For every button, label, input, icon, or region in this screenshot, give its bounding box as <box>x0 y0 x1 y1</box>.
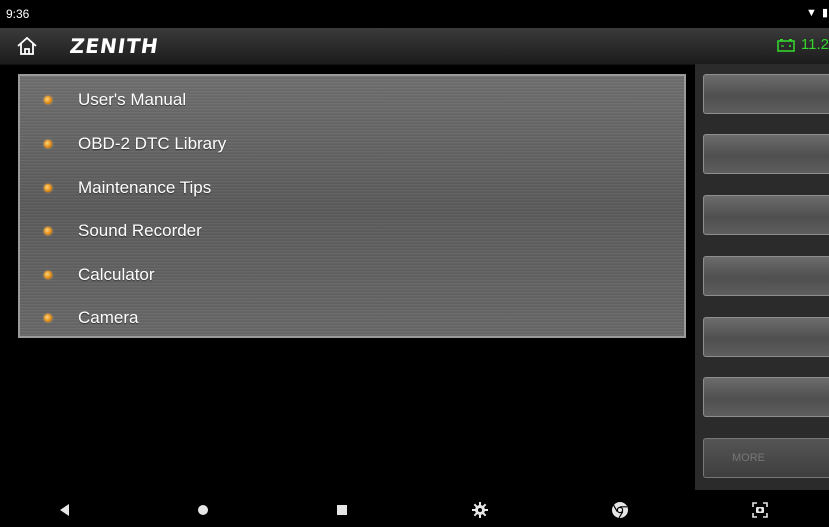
android-nav-bar <box>0 490 829 527</box>
bullet-icon <box>44 227 52 235</box>
status-icons: ▼ ▮ <box>806 7 829 19</box>
battery-status: 11.2 <box>777 36 829 53</box>
function-button-rail: MORE <box>695 64 829 490</box>
more-button[interactable]: MORE <box>703 438 829 478</box>
home-circle-icon[interactable] <box>193 500 213 520</box>
menu-item-label: User's Manual <box>78 90 187 109</box>
status-time: 9:36 <box>6 7 30 21</box>
more-label: MORE <box>732 452 765 464</box>
screenshot-icon[interactable] <box>750 500 770 520</box>
app-bar: ZENITH 11.2 <box>0 28 829 65</box>
status-bar: 9:36 ▼ ▮ <box>0 0 829 28</box>
back-icon[interactable] <box>55 500 75 520</box>
function-button-5[interactable] <box>703 317 829 357</box>
menu-item-maintenance-tips[interactable]: Maintenance Tips <box>20 166 684 210</box>
brand-logo: ZENITH <box>68 34 161 58</box>
recents-icon[interactable] <box>332 500 352 520</box>
tools-menu-panel: User's Manual OBD-2 DTC Library Maintena… <box>18 74 686 338</box>
function-button-4[interactable] <box>703 256 829 296</box>
menu-item-label: Camera <box>78 308 139 327</box>
menu-item-sound-recorder[interactable]: Sound Recorder <box>20 209 684 253</box>
battery-icon <box>777 38 795 52</box>
menu-item-users-manual[interactable]: User's Manual <box>20 78 684 122</box>
function-button-1[interactable] <box>703 74 829 114</box>
function-button-6[interactable] <box>703 377 829 417</box>
menu-item-label: Calculator <box>78 265 155 284</box>
menu-item-calculator[interactable]: Calculator <box>20 253 684 297</box>
bullet-icon <box>44 140 52 148</box>
home-icon[interactable] <box>14 34 40 58</box>
browser-icon[interactable] <box>610 500 630 520</box>
menu-item-label: Maintenance Tips <box>78 178 212 197</box>
menu-item-camera[interactable]: Camera <box>20 296 684 340</box>
bullet-icon <box>44 184 52 192</box>
function-button-3[interactable] <box>703 195 829 235</box>
bullet-icon <box>44 96 52 104</box>
function-button-2[interactable] <box>703 134 829 174</box>
bullet-icon <box>44 271 52 279</box>
bullet-icon <box>44 314 52 322</box>
settings-gear-icon[interactable] <box>470 500 490 520</box>
battery-voltage: 11.2 <box>800 36 829 53</box>
menu-item-obd2-dtc-library[interactable]: OBD-2 DTC Library <box>20 122 684 166</box>
menu-item-label: OBD-2 DTC Library <box>78 134 227 153</box>
menu-item-label: Sound Recorder <box>78 221 202 240</box>
